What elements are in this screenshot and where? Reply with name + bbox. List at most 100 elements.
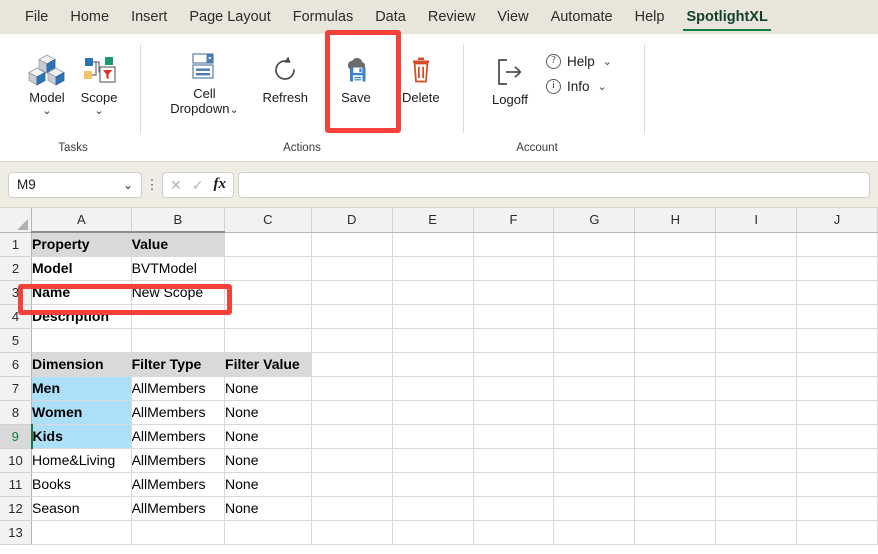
column-header-J[interactable]: J <box>796 208 878 233</box>
cell-C10[interactable]: None <box>224 448 312 473</box>
cell-I6[interactable] <box>715 352 798 377</box>
ribbon-tab-help[interactable]: Help <box>624 0 676 34</box>
cell-D3[interactable] <box>311 280 393 305</box>
cell-G5[interactable] <box>553 328 636 353</box>
cell-F6[interactable] <box>473 352 555 377</box>
cell-I12[interactable] <box>715 496 798 521</box>
cell-I5[interactable] <box>715 328 798 353</box>
cell-B13[interactable] <box>131 520 226 545</box>
cell-H6[interactable] <box>634 352 717 377</box>
cell-D1[interactable] <box>311 232 393 257</box>
cell-I11[interactable] <box>715 472 798 497</box>
cell-F11[interactable] <box>473 472 555 497</box>
ribbon-tab-view[interactable]: View <box>486 0 539 34</box>
cell-D9[interactable] <box>311 424 393 449</box>
cell-J3[interactable] <box>796 280 878 305</box>
ribbon-tab-page-layout[interactable]: Page Layout <box>178 0 281 34</box>
cell-I1[interactable] <box>715 232 798 257</box>
row-header-13[interactable]: 13 <box>0 520 33 545</box>
cell-F3[interactable] <box>473 280 555 305</box>
row-header-11[interactable]: 11 <box>0 472 33 497</box>
select-all-corner[interactable] <box>0 208 33 233</box>
cell-J1[interactable] <box>796 232 878 257</box>
cell-G1[interactable] <box>553 232 636 257</box>
row-header-10[interactable]: 10 <box>0 448 33 473</box>
row-header-2[interactable]: 2 <box>0 256 33 281</box>
cell-C5[interactable] <box>224 328 312 353</box>
save-button[interactable]: Save <box>332 42 380 108</box>
cell-H10[interactable] <box>634 448 717 473</box>
cell-B9[interactable]: AllMembers <box>131 424 226 449</box>
cell-H2[interactable] <box>634 256 717 281</box>
cell-E11[interactable] <box>392 472 474 497</box>
column-header-F[interactable]: F <box>473 208 555 233</box>
cell-D4[interactable] <box>311 304 393 329</box>
ribbon-tab-formulas[interactable]: Formulas <box>282 0 364 34</box>
cell-I7[interactable] <box>715 376 798 401</box>
cell-F8[interactable] <box>473 400 555 425</box>
ribbon-tab-insert[interactable]: Insert <box>120 0 178 34</box>
row-header-12[interactable]: 12 <box>0 496 33 521</box>
cell-I2[interactable] <box>715 256 798 281</box>
cell-E4[interactable] <box>392 304 474 329</box>
confirm-formula-icon[interactable]: ✓ <box>192 178 204 192</box>
cell-B4[interactable] <box>131 304 226 329</box>
cell-C13[interactable] <box>224 520 312 545</box>
cell-F2[interactable] <box>473 256 555 281</box>
column-header-H[interactable]: H <box>634 208 717 233</box>
cell-F4[interactable] <box>473 304 555 329</box>
column-header-D[interactable]: D <box>311 208 393 233</box>
cell-dropdown-button[interactable]: Cell Dropdown⌄ <box>158 42 250 118</box>
cell-B6[interactable]: Filter Type <box>131 352 226 377</box>
cell-D6[interactable] <box>311 352 393 377</box>
delete-button[interactable]: Delete <box>396 42 446 108</box>
cell-J5[interactable] <box>796 328 878 353</box>
cell-J6[interactable] <box>796 352 878 377</box>
column-header-B[interactable]: B <box>131 208 226 233</box>
cell-D12[interactable] <box>311 496 393 521</box>
cell-G8[interactable] <box>553 400 636 425</box>
cell-F1[interactable] <box>473 232 555 257</box>
cell-G4[interactable] <box>553 304 636 329</box>
name-box[interactable]: M9 ⌄ <box>8 171 142 198</box>
cell-A3[interactable]: Name <box>31 280 132 305</box>
cell-C12[interactable]: None <box>224 496 312 521</box>
cell-A13[interactable] <box>31 520 132 545</box>
cell-H4[interactable] <box>634 304 717 329</box>
cell-E9[interactable] <box>392 424 474 449</box>
cell-B11[interactable]: AllMembers <box>131 472 226 497</box>
cell-D5[interactable] <box>311 328 393 353</box>
ribbon-tab-spotlightxl[interactable]: SpotlightXL <box>675 0 778 34</box>
cell-F9[interactable] <box>473 424 555 449</box>
cell-D7[interactable] <box>311 376 393 401</box>
column-header-A[interactable]: A <box>31 208 132 233</box>
cell-H7[interactable] <box>634 376 717 401</box>
cell-H1[interactable] <box>634 232 717 257</box>
ribbon-tab-home[interactable]: Home <box>59 0 120 34</box>
cell-G13[interactable] <box>553 520 636 545</box>
scope-dropdown-caret[interactable]: ⌄ <box>94 105 103 117</box>
cell-A6[interactable]: Dimension <box>31 352 132 377</box>
cell-H9[interactable] <box>634 424 717 449</box>
cell-A9[interactable]: Kids <box>31 424 132 449</box>
cell-I8[interactable] <box>715 400 798 425</box>
cell-J13[interactable] <box>796 520 878 545</box>
row-header-3[interactable]: 3 <box>0 280 33 305</box>
cell-I9[interactable] <box>715 424 798 449</box>
cell-G10[interactable] <box>553 448 636 473</box>
cell-A1[interactable]: Property <box>31 232 132 257</box>
cell-J8[interactable] <box>796 400 878 425</box>
cell-J2[interactable] <box>796 256 878 281</box>
cell-G2[interactable] <box>553 256 636 281</box>
refresh-button[interactable]: Refresh <box>256 42 314 108</box>
cell-A8[interactable]: Women <box>31 400 132 425</box>
cell-C4[interactable] <box>224 304 312 329</box>
cell-E13[interactable] <box>392 520 474 545</box>
ribbon-tab-file[interactable]: File <box>14 0 59 34</box>
cell-D11[interactable] <box>311 472 393 497</box>
cell-D8[interactable] <box>311 400 393 425</box>
cell-C6[interactable]: Filter Value <box>224 352 312 377</box>
scope-button[interactable]: Scope ⌄ <box>74 42 124 119</box>
logoff-button[interactable]: Logoff <box>486 42 534 110</box>
cell-F13[interactable] <box>473 520 555 545</box>
